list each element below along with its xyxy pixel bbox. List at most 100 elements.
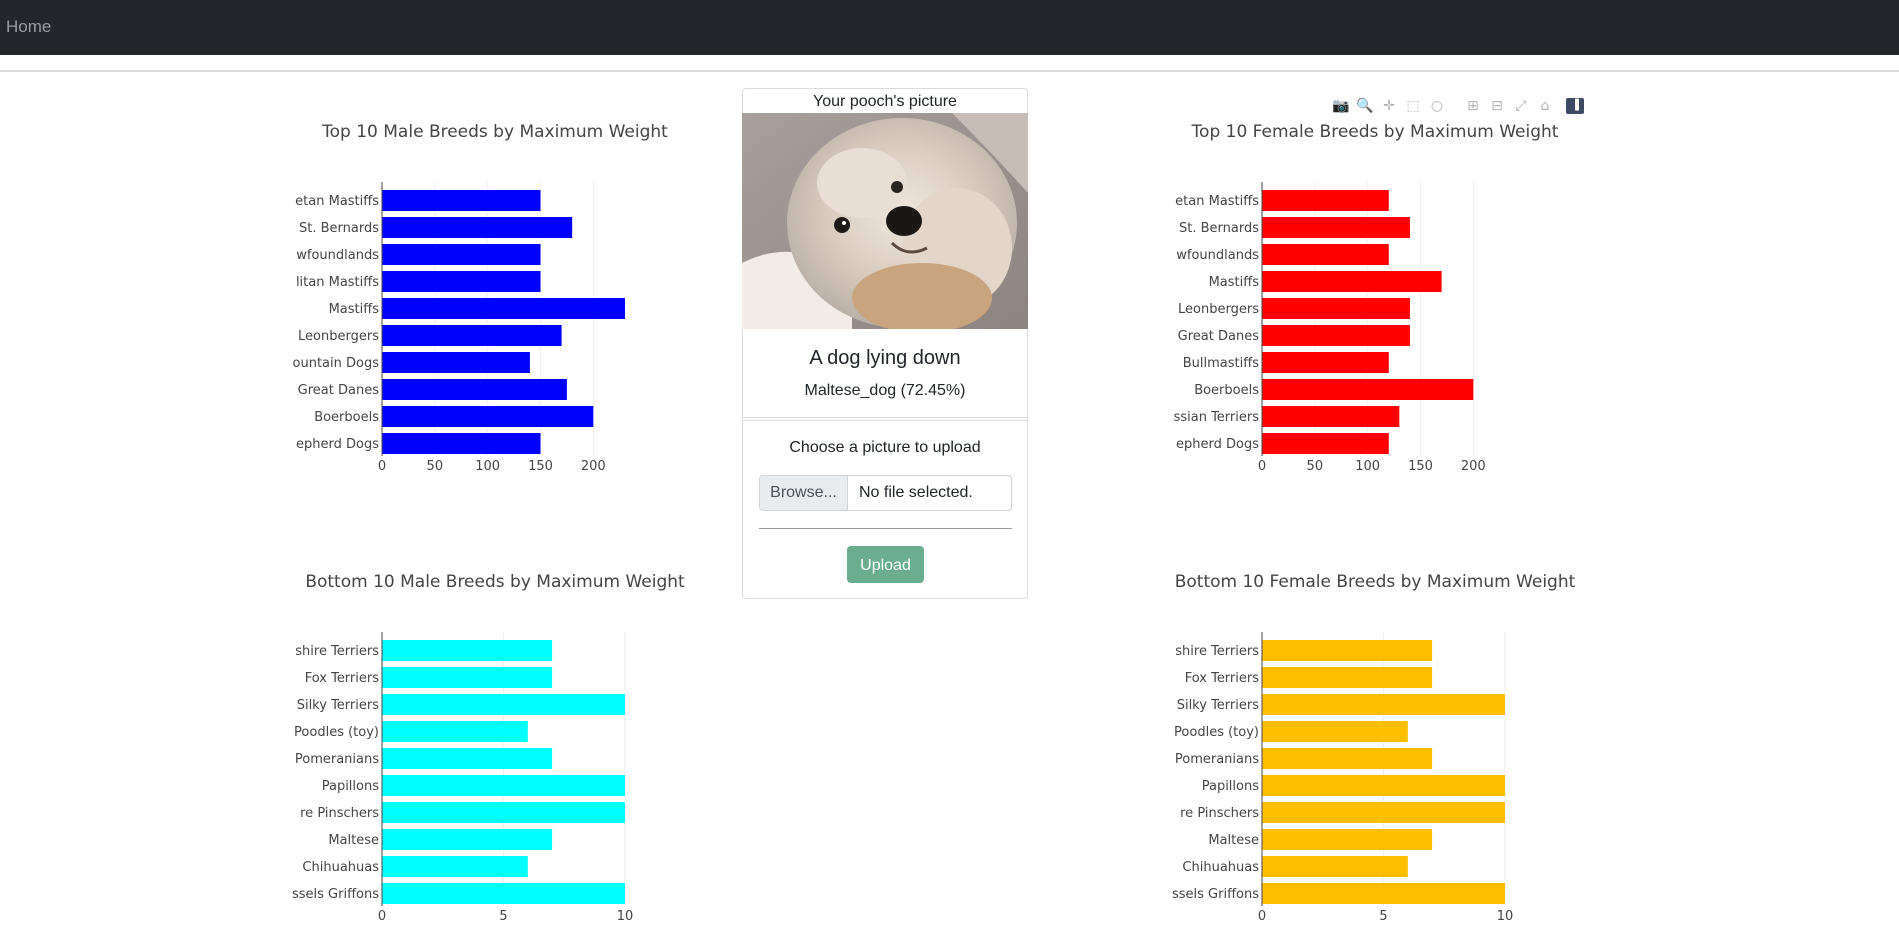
x-tick-label: 5 [1379,909,1387,924]
female-top-svg: Top 10 Female Breeds by Maximum Weight et… [1174,122,1559,474]
section-divider [743,417,1027,418]
chart-title: Bottom 10 Male Breeds by Maximum Weight [305,572,685,592]
file-input[interactable]: Browse... No file selected. [759,475,1012,511]
bar [382,802,625,823]
plotly-logo-icon[interactable]: ▐ [1566,98,1584,114]
x-tick-label: 150 [1408,459,1433,474]
bar [1262,298,1410,319]
bar [1262,217,1410,238]
bar [1262,271,1442,292]
x-tick-label: 50 [1307,459,1324,474]
upload-label: Choose a picture to upload [789,439,981,456]
x-tick-label: 0 [1258,459,1266,474]
bar [382,667,553,688]
bar [382,433,541,454]
x-tick-label: 0 [1258,909,1266,924]
category-label: Papillons [1202,779,1260,794]
bar [1262,190,1389,211]
x-tick-label: 150 [528,459,553,474]
category-label: wfoundlands [1176,248,1259,263]
bar [382,379,567,400]
x-tick-label: 10 [617,909,634,924]
autoscale-icon[interactable]: ⤢ [1512,97,1530,115]
category-label: ountain Dogs [293,356,380,371]
x-tick-label: 0 [378,909,386,924]
category-label: Great Danes [1178,329,1260,344]
category-label: etan Mastiffs [1175,194,1259,209]
bar [1262,694,1505,715]
bar [382,694,625,715]
chart-modebar: 📷 🔍 ✛ ⬚ ○ ⊞ ⊟ ⤢ ⌂ ▐ [1332,97,1602,115]
card-header: Your pooch's picture [813,93,957,110]
dog-photo [742,113,1028,329]
file-status: No file selected. [859,484,973,501]
x-tick-label: 200 [581,459,606,474]
category-label: Fox Terriers [1185,671,1260,686]
category-label: Maltese [328,833,379,848]
category-label: re Pinschers [1180,806,1259,821]
category-label: Silky Terriers [1177,698,1260,713]
header-divider [0,70,1899,72]
bar [382,325,562,346]
bar [1262,667,1433,688]
category-label: St. Bernards [1179,221,1259,236]
bar [382,352,530,373]
bar [382,190,541,211]
category-label: litan Mastiffs [296,275,379,290]
breed-prediction: Maltese_dog (72.45%) [804,382,966,399]
category-label: Bullmastiffs [1183,356,1259,371]
category-label: epherd Dogs [296,437,379,452]
category-label: Leonbergers [298,329,379,344]
bar [1262,721,1408,742]
x-tick-label: 50 [427,459,444,474]
x-tick-label: 100 [1355,459,1380,474]
bar [382,721,528,742]
bar [382,856,528,877]
zoom-out-icon[interactable]: ⊟ [1488,97,1506,115]
upload-button[interactable]: Upload [847,546,924,583]
box-select-icon[interactable]: ⬚ [1404,97,1422,115]
navbar: Home [0,0,1899,55]
chart-title: Top 10 Female Breeds by Maximum Weight [1191,122,1559,142]
lasso-icon[interactable]: ○ [1428,97,1446,115]
bar [382,748,553,769]
pan-icon[interactable]: ✛ [1380,97,1398,115]
category-label: St. Bernards [299,221,379,236]
male-top-svg: Top 10 Male Breeds by Maximum Weight etan… [293,122,669,474]
female-bottom-svg: Bottom 10 Female Breeds by Maximum Weigh… [1172,572,1576,924]
x-tick-label: 5 [499,909,507,924]
x-tick-label: 100 [475,459,500,474]
chart-female-top: Top 10 Female Breeds by Maximum Weight et… [1170,110,1610,490]
bar [1262,433,1389,454]
category-label: Fox Terriers [305,671,380,686]
bar [1262,352,1389,373]
reset-axes-icon[interactable]: ⌂ [1536,97,1554,115]
bar [382,775,625,796]
category-label: Chihuahuas [1182,860,1259,875]
zoom-icon[interactable]: 🔍 [1356,97,1374,115]
category-label: Great Danes [298,383,380,398]
browse-button[interactable]: Browse... [760,476,848,510]
category-label: Maltese [1208,833,1259,848]
category-label: shire Terriers [1175,644,1259,659]
bar [1262,325,1410,346]
category-label: shire Terriers [295,644,379,659]
bar [382,829,553,850]
x-tick-label: 10 [1497,909,1514,924]
category-label: Poodles (toy) [1174,725,1259,740]
bar [1262,379,1474,400]
category-label: Chihuahuas [302,860,379,875]
bar [1262,640,1433,661]
bar [1262,856,1408,877]
bar [382,244,541,265]
camera-icon[interactable]: 📷 [1332,97,1350,115]
section-divider-2 [743,420,1027,421]
home-link[interactable]: Home [6,17,51,37]
bar [1262,748,1433,769]
category-label: Boerboels [314,410,379,425]
x-tick-label: 200 [1461,459,1486,474]
bar [382,217,573,238]
chart-male-top: Top 10 Male Breeds by Maximum Weight etan… [290,110,730,490]
zoom-in-icon[interactable]: ⊞ [1464,97,1482,115]
male-bottom-svg: Bottom 10 Male Breeds by Maximum Weight s… [292,572,685,924]
